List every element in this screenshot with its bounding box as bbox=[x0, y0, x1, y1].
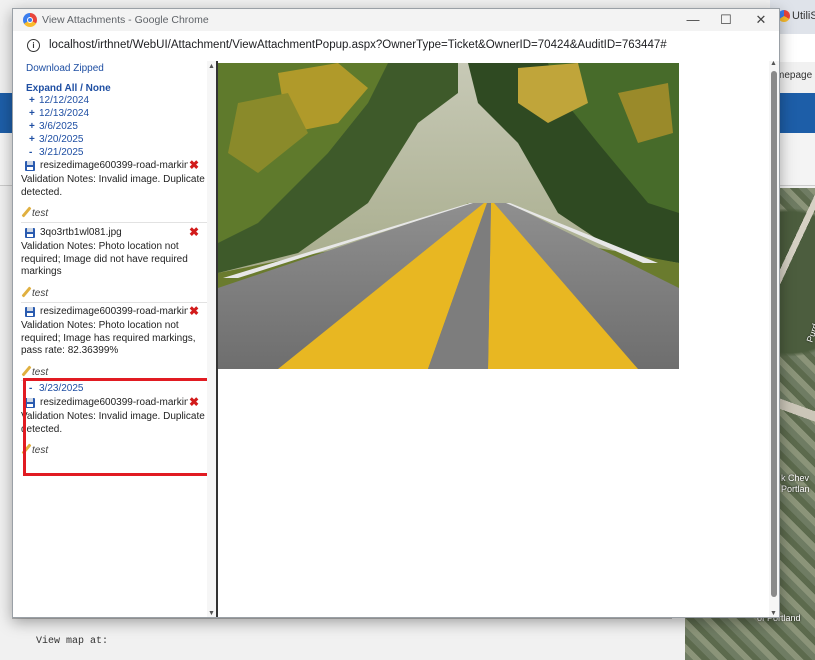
map-label: Portlan bbox=[781, 484, 810, 494]
attachment-list-pane: Download Zipped Expand All / None +12/12… bbox=[21, 61, 207, 617]
divider bbox=[21, 222, 207, 223]
attachment-name[interactable]: resizedimage600399-road-markin bbox=[40, 160, 188, 171]
delete-icon[interactable]: ✖ bbox=[189, 305, 199, 317]
popup-content: Download Zipped Expand All / None +12/12… bbox=[13, 60, 779, 617]
validation-notes: Validation Notes: Photo location not req… bbox=[21, 241, 188, 277]
scroll-down-arrow-icon[interactable]: ▼ bbox=[770, 610, 777, 617]
address-bar[interactable]: i localhost/irthnet/WebUI/Attachment/Vie… bbox=[13, 31, 779, 62]
attachment-image[interactable] bbox=[218, 63, 679, 369]
close-button[interactable]: ✕ bbox=[747, 11, 775, 29]
attachments-popup-window: View Attachments - Google Chrome — ☐ ✕ i… bbox=[12, 8, 780, 618]
background-text-line: View map at: bbox=[36, 636, 109, 647]
save-icon[interactable] bbox=[25, 307, 35, 317]
attachment-item: resizedimage600399-road-markin ✖ Validat… bbox=[21, 159, 207, 219]
window-title: View Attachments - Google Chrome bbox=[42, 14, 209, 26]
delete-icon[interactable]: ✖ bbox=[189, 159, 199, 171]
map-label: Purd bbox=[804, 322, 815, 344]
attachment-name[interactable]: resizedimage600399-road-markin bbox=[40, 306, 188, 317]
date-group-toggle[interactable]: +3/20/2025 bbox=[29, 134, 84, 145]
save-icon[interactable] bbox=[25, 161, 35, 171]
attachment-name[interactable]: 3qo3rtb1wl081.jpg bbox=[40, 227, 188, 238]
info-icon[interactable]: i bbox=[27, 39, 40, 52]
scroll-down-arrow-icon[interactable]: ▼ bbox=[208, 610, 215, 617]
date-group-toggle[interactable]: +12/12/2024 bbox=[29, 95, 89, 106]
attachment-tag[interactable]: test bbox=[21, 207, 207, 219]
url-text[interactable]: localhost/irthnet/WebUI/Attachment/ViewA… bbox=[49, 39, 667, 51]
chrome-icon bbox=[23, 13, 37, 27]
date-group-toggle[interactable]: -3/21/2025 bbox=[29, 147, 84, 158]
minimize-button[interactable]: — bbox=[679, 11, 707, 29]
background-link[interactable]: mepage | bbox=[776, 70, 815, 81]
road-photo bbox=[218, 63, 679, 369]
background-divider bbox=[12, 618, 672, 619]
highlight-box bbox=[23, 378, 214, 476]
left-scrollbar[interactable]: ▲ ▼ bbox=[207, 61, 218, 617]
background-tab-label[interactable]: UtiliS bbox=[792, 10, 815, 22]
date-group-toggle[interactable]: +12/13/2024 bbox=[29, 108, 89, 119]
right-scrollbar[interactable]: ▲ ▼ bbox=[769, 60, 779, 617]
divider bbox=[21, 302, 207, 303]
validation-notes: Validation Notes: Photo location not req… bbox=[21, 320, 196, 356]
attachment-item: 3qo3rtb1wl081.jpg ✖ Validation Notes: Ph… bbox=[21, 226, 207, 299]
expand-all-none-link[interactable]: Expand All / None bbox=[26, 83, 111, 94]
save-icon[interactable] bbox=[25, 228, 35, 238]
validation-notes: Validation Notes: Invalid image. Duplica… bbox=[21, 174, 205, 198]
scroll-up-arrow-icon[interactable]: ▲ bbox=[770, 60, 777, 67]
scrollbar-thumb[interactable] bbox=[771, 71, 777, 597]
attachment-item: resizedimage600399-road-markin ✖ Validat… bbox=[21, 305, 207, 378]
window-titlebar[interactable]: View Attachments - Google Chrome — ☐ ✕ bbox=[13, 9, 779, 31]
attachment-tag[interactable]: test bbox=[21, 287, 207, 299]
attachment-tag[interactable]: test bbox=[21, 366, 207, 378]
pencil-icon[interactable] bbox=[21, 366, 32, 377]
scroll-up-arrow-icon[interactable]: ▲ bbox=[208, 63, 215, 70]
delete-icon[interactable]: ✖ bbox=[189, 226, 199, 238]
download-zipped-link[interactable]: Download Zipped bbox=[26, 63, 104, 74]
map-label: k Chev bbox=[781, 473, 810, 483]
pencil-icon[interactable] bbox=[21, 207, 32, 218]
date-group-toggle[interactable]: +3/6/2025 bbox=[29, 121, 78, 132]
maximize-button[interactable]: ☐ bbox=[712, 11, 740, 29]
pencil-icon[interactable] bbox=[21, 287, 32, 298]
